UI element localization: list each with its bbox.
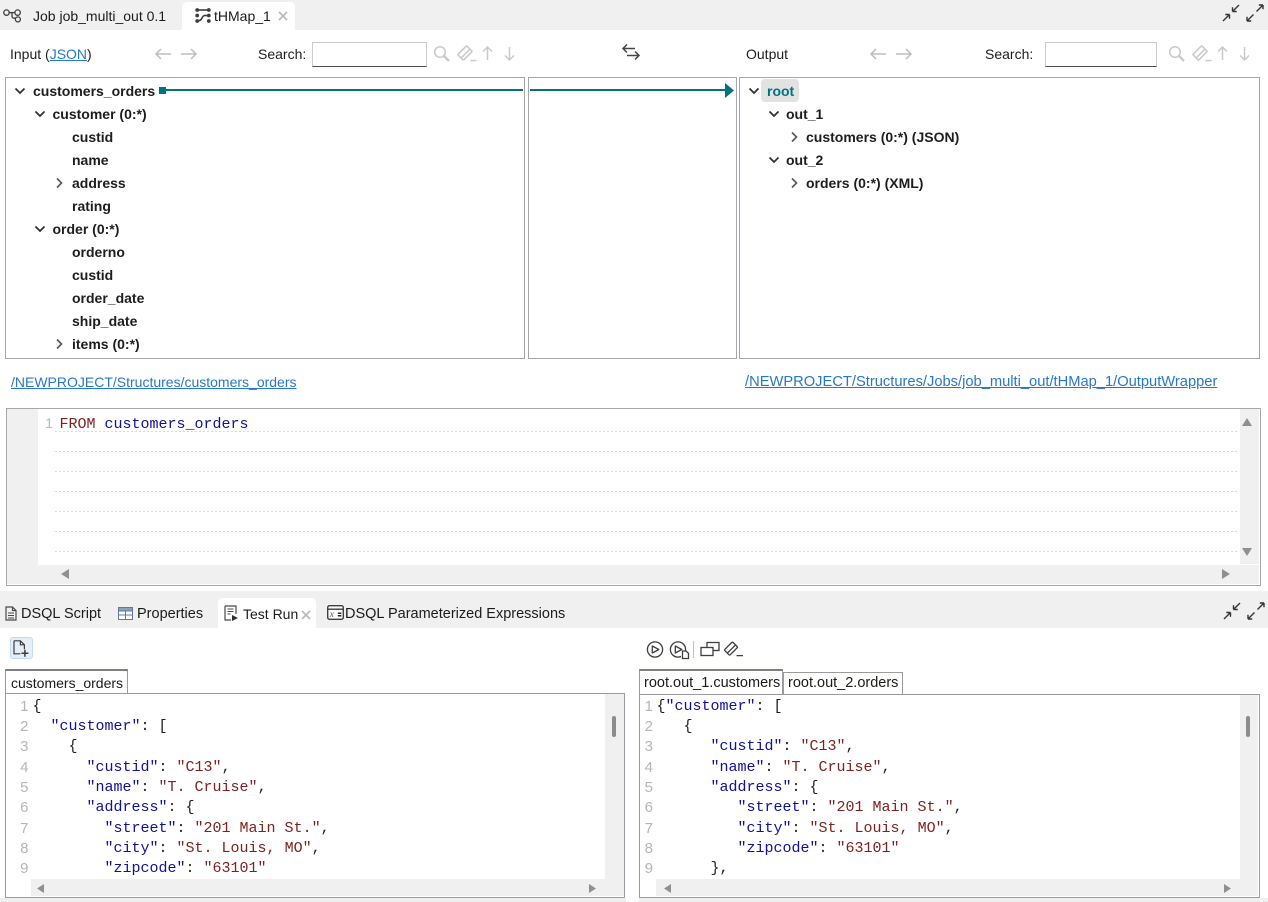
svg-text:x: x: [329, 610, 335, 620]
